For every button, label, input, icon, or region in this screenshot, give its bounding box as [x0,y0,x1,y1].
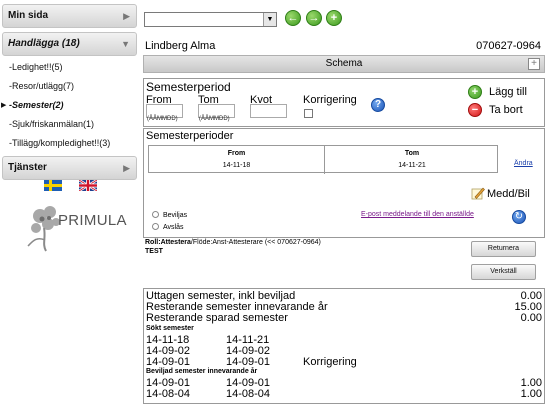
row-from: 14-09-01 [146,356,191,368]
summary-row: Resterande sparad semester 0.00 [146,312,542,324]
row-tom: 14-09-01 [226,356,271,368]
radio-circle [152,211,159,218]
sidebar-item-label: -Ledighet!!(5) [9,62,63,72]
logo-text: PRIMULA [58,212,127,229]
dropdown-arrow-icon: ▼ [263,13,276,26]
remove-period-icon[interactable]: − [468,103,482,117]
sidebar-item-sjuk[interactable]: -Sjuk/friskanmälan(1) [0,115,139,134]
chevron-right-icon: ▶ [123,11,130,21]
row-note: Korrigering [303,356,357,368]
row-from: 14-08-04 [146,388,191,400]
row-tom: 14-08-04 [226,388,271,400]
korrigering-label: Korrigering [303,94,357,106]
section-label: Tjänster [8,162,47,173]
remove-period-button[interactable]: Ta bort [489,104,523,116]
role-line: Roll:Attestera/Flöde:Anst-Attesterare (<… [145,239,321,246]
refresh-icon[interactable]: ↻ [512,210,526,224]
column-header-tom: Tom [404,150,420,157]
semesterperioder-panel: Semesterperioder From 14-11-18 Tom 14-11… [143,128,545,238]
back-arrow-icon[interactable]: ← [285,10,301,26]
summary-value: 0.00 [520,312,542,324]
add-period-icon[interactable]: + [468,85,482,99]
chevron-right-icon: ▶ [123,163,130,173]
person-name: Lindberg Alma [145,40,216,52]
current-pointer-icon: ▶ [1,102,7,109]
sidebar-section-min-sida[interactable]: Min sida ▶ [2,4,137,28]
radio-circle [152,223,159,230]
list-item: 14-08-04 14-08-04 1.00 [146,388,542,400]
schema-bar[interactable]: Schema + [143,55,545,73]
radio-label: Beviljas [163,212,188,219]
sidebar-item-label: -Resor/utlägg(7) [9,81,75,91]
role-flow: /Flöde:Anst-Attesterare (<< 070627-0964) [190,239,321,246]
help-icon[interactable]: ? [371,98,385,112]
from-date-hint: (ÅÅMMDD) [147,116,178,122]
employee-select[interactable]: ▼ [144,12,277,27]
sokt-title: Sökt semester [146,325,194,332]
expand-icon[interactable]: + [528,58,540,70]
verkstall-button[interactable]: Verkställ [471,264,536,280]
summary-label: Resterande sparad semester [146,312,288,324]
sidebar-section-handlagga[interactable]: Handlägga (18) ▼ [2,32,137,56]
sidebar-item-tillagg[interactable]: -Tillägg/kompledighet!!(3) [0,134,139,153]
email-link[interactable]: E-post meddelande till den anställde [361,211,474,218]
radio-avslas[interactable]: Avslås [152,223,184,231]
semesterperiod-panel: Semesterperiod From (ÅÅMMDD) Tom (ÅÅMMDD… [143,78,545,127]
periods-table: From 14-11-18 Tom 14-11-21 [148,145,499,174]
sidebar-item-label: -Semester(2) [9,100,64,110]
section-label: Min sida [8,10,49,21]
british-flag-icon[interactable] [78,178,98,193]
table-column: From 14-11-18 [149,146,324,174]
panel-title: Semesterperioder [146,130,234,142]
table-cell: 14-11-21 [398,162,426,169]
kvot-input[interactable] [250,104,287,118]
medd-bil-button[interactable]: Medd/Bil [487,188,530,200]
add-period-button[interactable]: Lägg till [489,86,527,98]
table-column: Tom 14-11-21 [324,146,499,174]
role-value: Attestera [160,239,191,246]
forward-arrow-icon[interactable]: → [306,10,322,26]
sidebar-item-semester[interactable]: ▶ -Semester(2) [0,96,139,115]
main-content: ▼ ← → + Lindberg Alma 070627-0964 Schema… [143,0,556,415]
swedish-flag-icon[interactable] [44,180,62,191]
language-flags [44,178,111,193]
person-id: 070627-0964 [476,40,541,52]
returnera-button[interactable]: Returnera [471,241,536,257]
beviljad-title: Beviljad semester innevarande år [146,368,258,375]
change-link[interactable]: Ändra [514,160,533,167]
korrigering-checkbox[interactable] [304,109,313,118]
table-cell: 14-11-18 [222,162,251,169]
section-label: Handlägga (18) [8,38,80,49]
sidebar-item-resor[interactable]: -Resor/utlägg(7) [0,77,139,96]
sidebar-section-tjanster[interactable]: Tjänster ▶ [2,156,137,180]
top-toolbar: ▼ ← → + [144,10,364,28]
sidebar-item-ledighet[interactable]: -Ledighet!!(5) [0,58,139,77]
row-value: 1.00 [520,388,542,400]
schema-label: Schema [325,58,363,69]
list-item: 14-09-01 14-09-01 Korrigering [146,356,542,368]
handlagga-menu: -Ledighet!!(5) -Resor/utlägg(7) ▶ -Semest… [0,58,139,153]
radio-label: Avslås [163,224,184,231]
chevron-down-icon: ▼ [121,39,130,49]
sidebar-item-label: -Sjuk/friskanmälan(1) [9,119,95,129]
panel-title: Semesterperiod [146,80,231,94]
summary-panel: Uttagen semester, inkl beviljad 0.00 Res… [143,288,545,404]
role-test: TEST [145,248,163,255]
note-pencil-icon[interactable] [471,186,485,200]
column-header-from: From [227,150,246,157]
add-icon[interactable]: + [326,10,342,26]
tom-date-hint: (ÅÅMMDD) [199,116,230,122]
sidebar-item-label: -Tillägg/kompledighet!!(3) [9,138,111,148]
radio-beviljas[interactable]: Beviljas [152,211,187,219]
role-prefix: Roll: [145,239,161,246]
sidebar: Min sida ▶ Handlägga (18) ▼ -Ledighet!!(… [0,0,139,415]
